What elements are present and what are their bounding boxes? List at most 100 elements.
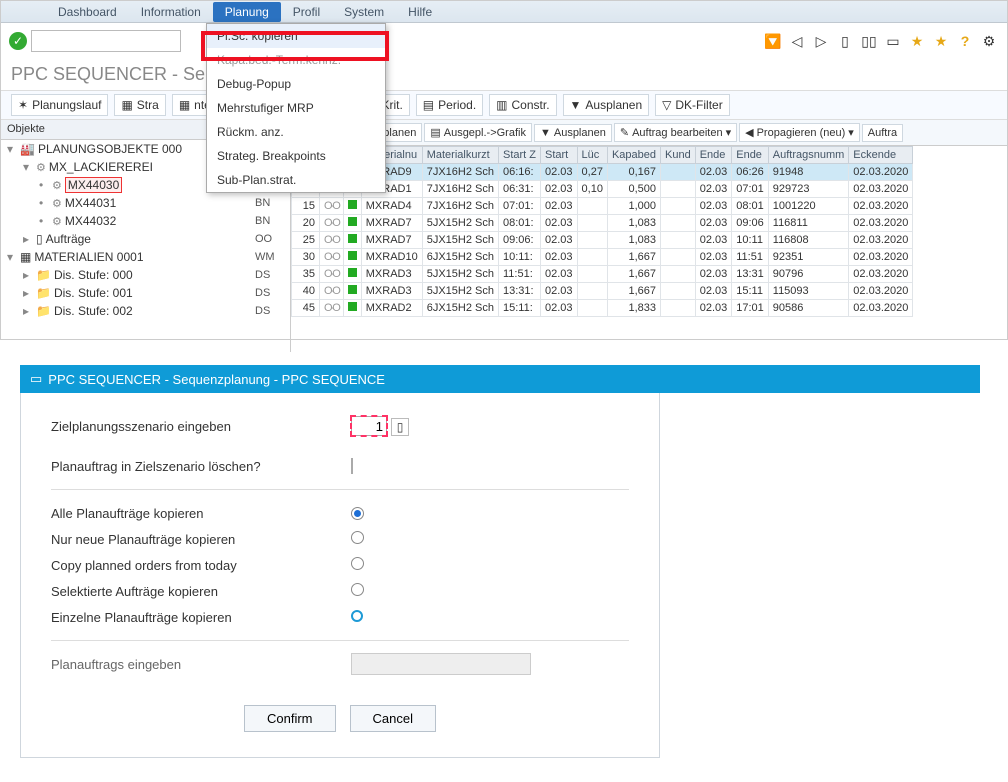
grid-header[interactable]: Auftragsnumm (768, 147, 849, 164)
dropdown-item[interactable]: Debug-Popup (207, 72, 385, 96)
orders-grid: PosN.IcMaterialnuMaterialkurztStart ZSta… (291, 146, 1007, 317)
dropdown-item[interactable]: Pl.Sc. kopieren (207, 24, 385, 48)
toolbar-btn[interactable]: ✶Planungslauf (11, 94, 108, 116)
grid-cell: 35 (292, 266, 320, 283)
radio-option[interactable] (351, 507, 364, 520)
table-row[interactable]: 35O-OMXRAD35JX15H2 Sch11:51:02.031,66702… (292, 266, 913, 283)
grid-header[interactable]: Materialkurzt (422, 147, 498, 164)
toolbar-btn[interactable]: ▽DK-Filter (655, 94, 730, 116)
dropdown-item[interactable]: Kapa.bed.-Term.kennz. (207, 48, 385, 72)
grid-cell: 11:51 (732, 249, 769, 266)
grid-cell: 02.03 (695, 300, 732, 317)
dropdown-item[interactable]: Sub-Plan.strat. (207, 168, 385, 192)
scenario-input[interactable] (351, 416, 387, 436)
radio-option[interactable] (351, 557, 364, 570)
toolbar-btn[interactable]: ▥Constr. (489, 94, 556, 116)
radio-option[interactable] (351, 610, 363, 622)
value-help-icon[interactable]: ▯ (391, 418, 409, 436)
list-icon: ▦ (20, 250, 31, 264)
radio-option[interactable] (351, 583, 364, 596)
dropdown-item[interactable]: Strateg. Breakpoints (207, 144, 385, 168)
grid-cell: O-O (319, 249, 343, 266)
menu-profil[interactable]: Profil (281, 2, 332, 22)
grid-cell: 02.03 (695, 215, 732, 232)
chain-icon: O-O (324, 234, 339, 246)
help-icon[interactable]: ? (955, 31, 975, 51)
form-label: Zielplanungsszenario eingeben (51, 419, 351, 434)
page-title: PPC SEQUENCER - Se UENCE (1, 59, 1007, 90)
star-icon[interactable]: ★ (907, 31, 927, 51)
grid-toolbar-btn[interactable]: ◀Propagieren (neu)▾ (739, 123, 860, 142)
menu-planung[interactable]: Planung (213, 2, 281, 22)
toolbar-btn[interactable]: ▼Ausplanen (563, 94, 650, 116)
caret-icon: ▸ (23, 268, 33, 282)
tree-row[interactable]: •⚙MX44032BN (1, 212, 290, 230)
grid-cell: 08:01: (498, 215, 540, 232)
nav-next-icon[interactable]: ▷ (811, 31, 831, 51)
nav-prev-icon[interactable]: ◁ (787, 31, 807, 51)
grid-header[interactable]: Start (541, 147, 578, 164)
tree-row[interactable]: ▾▦MATERIALIEN 0001WM (1, 248, 290, 266)
grid-cell: 0,167 (607, 164, 660, 181)
caret-icon: • (39, 196, 49, 210)
grid-toolbar-btn[interactable]: ▤Ausgepl.->Grafik (424, 123, 532, 142)
btn-icon: ▤ (430, 126, 440, 139)
grid-toolbar-btn[interactable]: ✎Auftrag bearbeiten▾ (614, 123, 737, 142)
menu-hilfe[interactable]: Hilfe (396, 2, 444, 22)
radio-option[interactable] (351, 531, 364, 544)
toolbar-btn[interactable]: ▦Stra (114, 94, 165, 116)
grid-toolbar-btn[interactable]: ▼Ausplanen (534, 124, 612, 142)
grid-header[interactable]: Ende (695, 147, 732, 164)
tree-row[interactable]: ▸📁Dis. Stufe: 002DS (1, 302, 290, 320)
table-row[interactable]: 20O-OMXRAD75JX15H2 Sch08:01:02.031,08302… (292, 215, 913, 232)
grid-cell: 02.03 (541, 215, 578, 232)
table-row[interactable]: 45O-OMXRAD26JX15H2 Sch15:11:02.031,83302… (292, 300, 913, 317)
grid-cell: 1001220 (768, 198, 849, 215)
caret-icon: ▸ (23, 232, 33, 246)
grid-cell: 1,667 (607, 249, 660, 266)
grid-header[interactable]: Kapabed (607, 147, 660, 164)
dropdown-item[interactable]: Mehrstufiger MRP (207, 96, 385, 120)
tree-label: Dis. Stufe: 002 (54, 304, 133, 318)
settings-icon[interactable]: ⚙ (979, 31, 999, 51)
table-row[interactable]: 40O-OMXRAD35JX15H2 Sch13:31:02.031,66702… (292, 283, 913, 300)
grid-header[interactable]: Lüc (577, 147, 607, 164)
grid-header[interactable]: Ende (732, 147, 769, 164)
grid-cell: 25 (292, 232, 320, 249)
grid-cell (661, 283, 696, 300)
menu-system[interactable]: System (332, 2, 396, 22)
confirm-button[interactable]: Confirm (244, 705, 336, 732)
grid-header[interactable]: Eckende (849, 147, 913, 164)
table-row[interactable]: 25O-OMXRAD75JX15H2 Sch09:06:02.031,08302… (292, 232, 913, 249)
star-add-icon[interactable]: ★ (931, 31, 951, 51)
toolbar-btn[interactable]: ▤Period. (416, 94, 483, 116)
grid-header[interactable]: Kund (661, 147, 696, 164)
delete-checkbox[interactable] (351, 458, 353, 474)
table-row[interactable]: 30O-OMXRAD106JX15H2 Sch10:11:02.031,6670… (292, 249, 913, 266)
grid-header[interactable]: Start Z (498, 147, 540, 164)
factory-icon: 🏭 (20, 142, 35, 156)
grid-toolbar-btn[interactable]: Auftra (862, 124, 903, 142)
tree-row[interactable]: •⚙MX44031BN (1, 194, 290, 212)
cancel-button[interactable]: Cancel (350, 705, 436, 732)
dropdown-item[interactable]: Rückm. anz. (207, 120, 385, 144)
tree-row[interactable]: ▸📁Dis. Stufe: 000DS (1, 266, 290, 284)
table-row[interactable]: 15O-OMXRAD47JX16H2 Sch07:01:02.031,00002… (292, 198, 913, 215)
grid-cell: O-O (319, 215, 343, 232)
tree-row[interactable]: ▸▯AufträgeOO (1, 230, 290, 248)
search-input[interactable] (31, 30, 181, 52)
grid-cell: 07:01 (732, 181, 769, 198)
tree-row[interactable]: ▸📁Dis. Stufe: 001DS (1, 284, 290, 302)
tree-label: Aufträge (46, 232, 91, 246)
doc-icon: ▯ (36, 232, 43, 246)
menu-dashboard[interactable]: Dashboard (46, 2, 129, 22)
tool-icon: ▼ (570, 98, 582, 112)
page-icon[interactable]: ▯ (835, 31, 855, 51)
form-label: Nur neue Planaufträge kopieren (51, 532, 351, 547)
window-icon[interactable]: ▭ (883, 31, 903, 51)
dialog-body: Zielplanungsszenario eingeben▯Planauftra… (20, 393, 660, 758)
filter-icon[interactable]: 🔽 (763, 31, 783, 51)
menu-information[interactable]: Information (129, 2, 213, 22)
pages-icon[interactable]: ▯▯ (859, 31, 879, 51)
grid-cell: 02.03.2020 (849, 164, 913, 181)
